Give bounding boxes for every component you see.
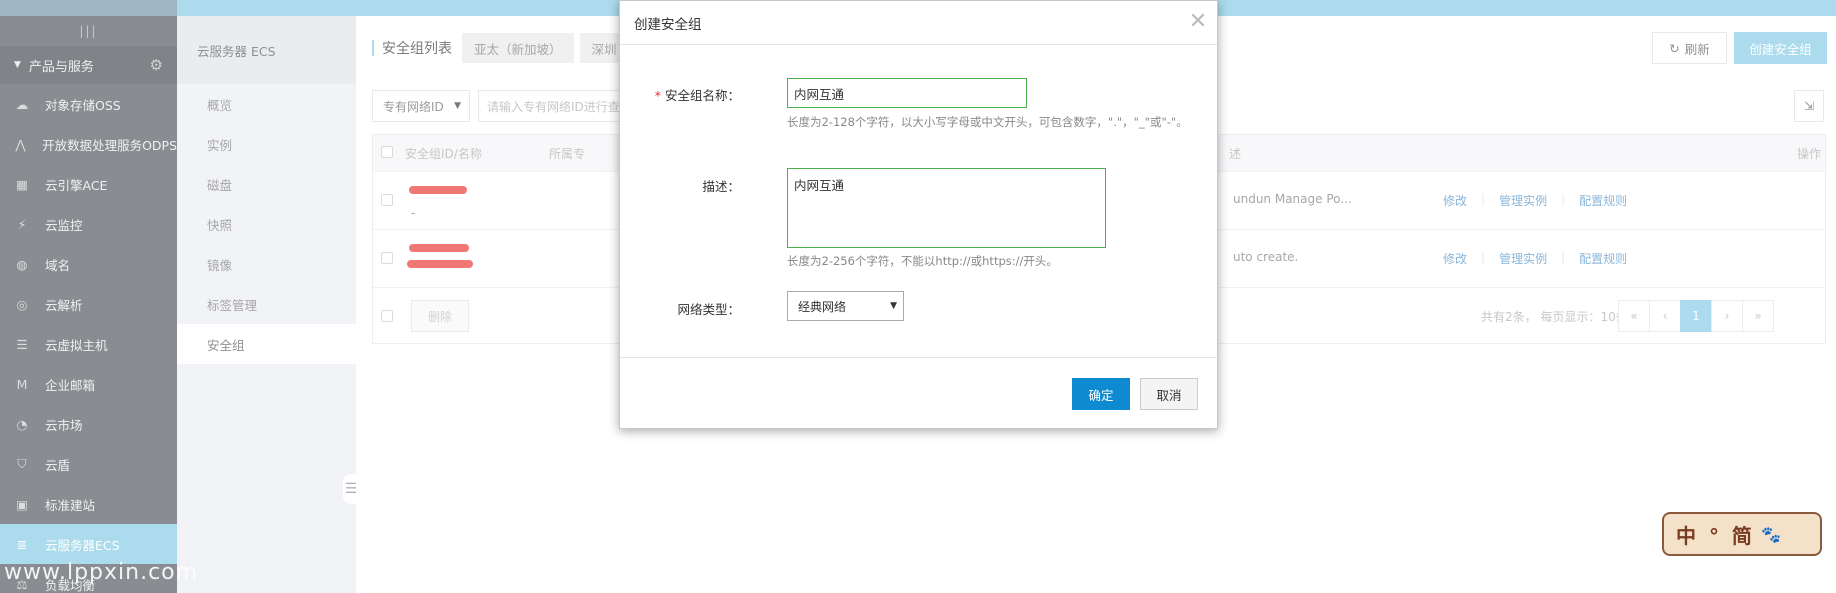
name-hint: 长度为2-128个字符，以大小写字母或中文开头，可包含数字，"."，"_"或"-…: [787, 115, 1188, 129]
network-type-label: 网络类型：: [677, 302, 740, 317]
dialog-footer: 确定 取消: [620, 357, 1217, 429]
paw-icon: 🐾: [1760, 524, 1784, 544]
security-group-name-input[interactable]: 内网互通: [787, 78, 1027, 108]
close-icon[interactable]: ✕: [1186, 9, 1210, 34]
cancel-button[interactable]: 取消: [1140, 378, 1198, 410]
network-type-value: 经典网络: [798, 299, 847, 314]
description-field-label: 描述：: [702, 179, 740, 194]
create-security-group-dialog: 创建安全组 ✕ * 安全组名称： 内网互通 长度为2-128个字符，以大小写字母或…: [619, 0, 1218, 429]
confirm-button[interactable]: 确定: [1072, 378, 1130, 410]
network-type-select[interactable]: 经典网络 ▼: [787, 291, 904, 321]
description-hint: 长度为2-256个字符，不能以http://或https://开头。: [787, 254, 1058, 268]
corner-badge-logo: 中 ° 简 🐾: [1662, 512, 1822, 556]
name-field-label: * 安全组名称：: [654, 88, 740, 103]
chevron-down-icon: ▼: [890, 301, 897, 311]
watermark-text: www.lppxin.com: [4, 560, 199, 585]
dialog-title: 创建安全组: [620, 1, 1217, 45]
description-textarea[interactable]: 内网互通: [787, 168, 1106, 248]
